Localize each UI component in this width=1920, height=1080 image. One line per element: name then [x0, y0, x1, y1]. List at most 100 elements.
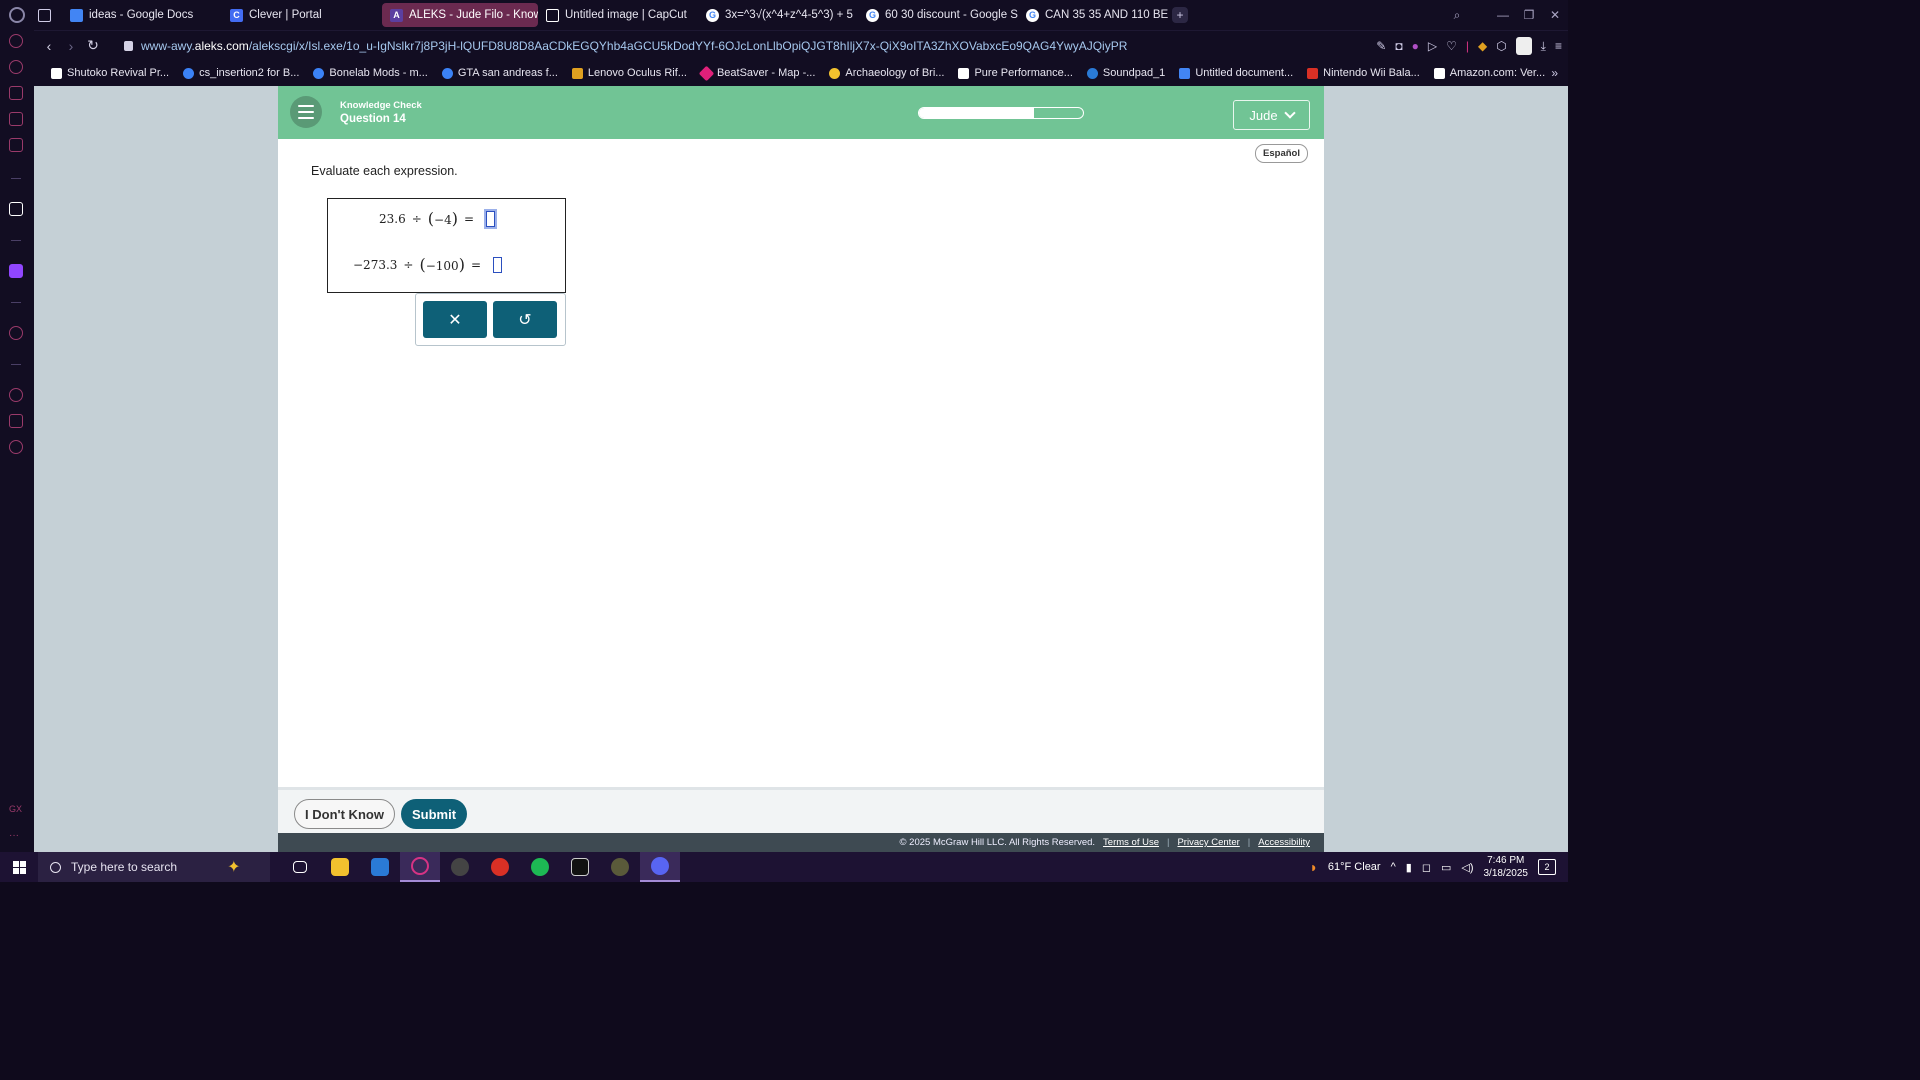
bookmark-item[interactable]: Soundpad_1 [1080, 67, 1172, 79]
download-icon[interactable]: ⤓ [1541, 39, 1546, 54]
answer-input-2[interactable] [493, 256, 503, 273]
google-docs-icon [1179, 67, 1191, 79]
file-explorer-icon[interactable] [320, 852, 360, 882]
network-icon[interactable]: ▭ [1441, 861, 1451, 874]
profile-avatar[interactable] [1515, 37, 1532, 55]
clear-button[interactable]: ✕ [423, 301, 487, 338]
reload-icon[interactable]: ↻ [82, 37, 104, 54]
tray-chevron-icon[interactable]: ^ [1391, 861, 1396, 873]
menu-lines-icon[interactable]: ≡ [1555, 39, 1562, 53]
dont-know-button[interactable]: I Don't Know [294, 799, 395, 829]
language-button[interactable]: Español [1255, 144, 1308, 163]
opera-gx-taskbar-icon[interactable] [400, 852, 440, 882]
microphone-icon[interactable]: ▮ [1406, 861, 1412, 874]
discord-icon[interactable] [640, 852, 680, 882]
notifications-icon[interactable]: 2 [1538, 859, 1556, 875]
call-of-duty-icon[interactable] [560, 852, 600, 882]
edit-icon[interactable]: ✎ [1376, 39, 1386, 53]
window-controls: ⌕ — ❐ ✕ [1444, 0, 1568, 30]
google-icon: G [706, 8, 719, 22]
site-icon [958, 67, 970, 79]
action-bar: I Don't Know Submit [278, 787, 1324, 833]
bookmark-item[interactable]: BeatSaver - Map -... [694, 65, 822, 81]
bookmark-item[interactable]: Pure Performance... [951, 67, 1079, 79]
aria-icon[interactable] [9, 60, 23, 74]
extensions-icon[interactable] [9, 414, 23, 428]
meet-icon[interactable]: ◻ [1422, 861, 1431, 874]
settings-icon[interactable] [9, 440, 23, 454]
expression-row-2: −273.3 ÷ (−100) = [353, 255, 503, 274]
section-label: Knowledge Check [340, 100, 422, 111]
aleks-sidebar-icon[interactable] [9, 202, 23, 216]
tab-google-search-2[interactable]: G 60 30 discount - Google S [858, 3, 1018, 27]
user-menu-button[interactable]: Jude [1233, 100, 1310, 130]
minimize-icon[interactable]: — [1490, 8, 1516, 22]
sync-icon[interactable] [9, 34, 23, 48]
extension-icon[interactable]: ◆ [1478, 39, 1487, 53]
messenger-icon[interactable] [9, 138, 23, 152]
search-highlight-icon: ✦ [227, 859, 241, 876]
spotify-icon[interactable] [520, 852, 560, 882]
twitch-icon[interactable] [9, 264, 23, 278]
taskbar-search-input[interactable]: Type here to search ✦ [38, 852, 270, 882]
submit-button[interactable]: Submit [401, 799, 467, 829]
heart-icon[interactable]: ♡ [1446, 39, 1457, 53]
more-bookmarks-icon[interactable]: » [1551, 66, 1558, 80]
back-arrow-icon[interactable]: ‹ [38, 38, 60, 54]
privacy-link[interactable]: Privacy Center [1177, 837, 1239, 848]
accessibility-link[interactable]: Accessibility [1258, 837, 1310, 848]
new-tab-button[interactable]: + [1172, 7, 1188, 23]
wallet-icon[interactable] [9, 112, 23, 126]
undo-button[interactable]: ↺ [493, 301, 557, 338]
workspaces-icon[interactable] [34, 3, 54, 27]
forward-arrow-icon[interactable]: › [60, 38, 82, 54]
search-icon [50, 861, 61, 873]
history-icon[interactable] [9, 388, 23, 402]
progress-fill [919, 108, 1034, 118]
google-icon: G [1026, 8, 1039, 22]
volume-icon[interactable]: ◁) [1461, 861, 1473, 874]
bookmark-item[interactable]: Amazon.com: Ver... [1427, 67, 1552, 79]
shield-icon[interactable]: ● [1412, 39, 1419, 53]
tab-google-search-3[interactable]: G CAN 35 35 AND 110 BE ME [1018, 3, 1168, 27]
youtube-icon[interactable] [480, 852, 520, 882]
windows-start-icon[interactable] [0, 852, 38, 882]
bookmark-item[interactable]: cs_insertion2 for B... [176, 67, 306, 79]
answer-input-1[interactable] [484, 208, 498, 229]
tab-capcut[interactable]: Untitled image | CapCut [538, 3, 698, 27]
opera-logo-icon[interactable] [0, 0, 34, 30]
box-icon[interactable]: ⬡ [1496, 39, 1506, 53]
restore-icon[interactable]: ❐ [1516, 8, 1542, 22]
archaeology-icon [829, 67, 841, 79]
weather-text[interactable]: 61°F Clear [1328, 861, 1381, 873]
tab-google-docs[interactable]: ideas - Google Docs [62, 3, 222, 27]
send-icon[interactable]: ▷ [1428, 39, 1437, 53]
hamburger-menu-icon[interactable] [290, 96, 322, 128]
bookmark-item[interactable]: GTA san andreas f... [435, 67, 565, 79]
terms-link[interactable]: Terms of Use [1103, 837, 1159, 848]
bookmark-item[interactable]: Untitled document... [1172, 67, 1300, 79]
bookmark-item[interactable]: Archaeology of Bri... [822, 67, 951, 79]
address-bar: ‹ › ↻ www-awy.aleks.com/alekscgi/x/Isl.e… [34, 30, 1568, 60]
tab-clever[interactable]: C Clever | Portal [222, 3, 382, 27]
more-icon[interactable]: ··· [9, 830, 23, 844]
bookmark-item[interactable]: Lenovo Oculus Rif... [565, 67, 694, 79]
store-icon[interactable] [360, 852, 400, 882]
tab-search-icon[interactable]: ⌕ [1444, 8, 1470, 23]
url-field[interactable]: www-awy.aleks.com/alekscgi/x/Isl.exe/1o_… [124, 39, 1127, 53]
close-window-icon[interactable]: ✕ [1542, 8, 1568, 22]
gear-icon [441, 67, 453, 79]
player-icon[interactable] [9, 326, 23, 340]
xbox-icon[interactable] [600, 852, 640, 882]
bookmark-item[interactable]: Nintendo Wii Bala... [1300, 67, 1427, 79]
bookmark-item[interactable]: Shutoko Revival Pr... [44, 67, 176, 79]
app-icon[interactable] [440, 852, 480, 882]
tab-google-search-1[interactable]: G 3x=^3√(x^4+z^4-5^3) + 5 [698, 3, 858, 27]
camera-icon[interactable]: ◘ [1395, 39, 1402, 53]
gx-icon[interactable]: GX [9, 804, 23, 818]
shopping-icon[interactable] [9, 86, 23, 100]
task-view-icon[interactable] [280, 852, 320, 882]
clock[interactable]: 7:46 PM 3/18/2025 [1484, 854, 1529, 880]
tab-aleks[interactable]: A ALEKS - Jude Filo - Knowl [382, 3, 538, 27]
bookmark-item[interactable]: Bonelab Mods - m... [306, 67, 434, 79]
